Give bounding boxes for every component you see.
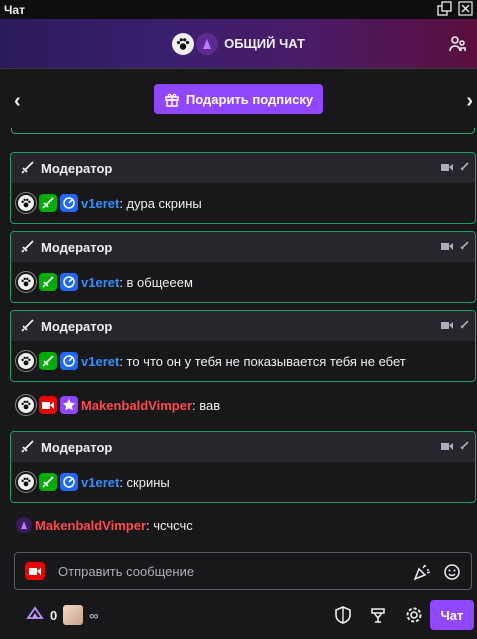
channel-points-icon xyxy=(26,606,44,619)
channel-avatar-icon xyxy=(196,32,219,55)
gift-sub-banner: ‹ Подарить подписку › xyxy=(0,70,477,128)
paw-icon xyxy=(172,32,195,55)
moderator-header: Модератор xyxy=(11,153,475,183)
message-text: : в общееем xyxy=(119,274,193,290)
paw-badge-icon xyxy=(16,272,36,292)
broadcaster-badge-icon xyxy=(39,396,57,414)
moderator-message[interactable]: Модератор v1eret : скрины xyxy=(10,431,476,503)
popout-icon[interactable] xyxy=(437,1,452,16)
verified-badge-icon xyxy=(60,194,78,212)
chat-message[interactable]: MakenbaldVimper : вав xyxy=(16,394,220,416)
gear-icon[interactable] xyxy=(405,606,423,627)
moderator-header: Модератор xyxy=(11,232,475,262)
user-avatar-icon xyxy=(16,517,32,533)
message-text: : чсчсчс xyxy=(146,517,193,533)
moderator-header: Модератор xyxy=(11,311,475,341)
paw-badge-icon xyxy=(16,395,36,415)
moderator-label: Модератор xyxy=(41,318,113,334)
paw-badge-icon xyxy=(16,193,36,213)
paw-badge-icon xyxy=(16,472,36,492)
moderator-badge-icon xyxy=(39,273,57,291)
chat-message-list[interactable]: Модератор v1eret : дура скрины Модератор… xyxy=(0,128,477,548)
moderator-header: Модератор xyxy=(11,432,475,462)
sword-icon xyxy=(21,440,34,453)
verified-badge-icon xyxy=(60,352,78,370)
moderator-label: Модератор xyxy=(41,239,113,255)
chat-title: ОБЩИЙ ЧАТ xyxy=(224,36,305,51)
message-box-partial xyxy=(11,128,475,134)
chat-header: ОБЩИЙ ЧАТ xyxy=(0,19,477,69)
mod-sword-small-icon xyxy=(460,162,469,171)
moderator-message[interactable]: Модератор v1eret : в общееем xyxy=(10,231,476,303)
infinity-symbol: ∞ xyxy=(89,607,99,623)
message-text: : дура скрины xyxy=(119,195,202,211)
username[interactable]: v1eret xyxy=(81,475,119,490)
star-badge-icon xyxy=(60,396,78,414)
username[interactable]: MakenbaldVimper xyxy=(35,518,146,533)
moderator-message[interactable]: Модератор v1eret : то что он у тебя не п… xyxy=(10,310,476,382)
mod-sword-small-icon xyxy=(460,441,469,450)
verified-badge-icon xyxy=(60,273,78,291)
camera-icon xyxy=(441,243,453,250)
paw-badge-icon xyxy=(16,351,36,371)
emoji-icon[interactable] xyxy=(443,563,461,584)
chevron-left-icon[interactable]: ‹ xyxy=(14,90,21,113)
chat-message[interactable]: MakenbaldVimper : чсчсчс xyxy=(16,514,193,536)
user-avatar xyxy=(63,605,84,625)
camera-icon[interactable] xyxy=(25,562,45,580)
sword-icon xyxy=(21,319,34,332)
mod-sword-small-icon xyxy=(460,320,469,329)
channel-points[interactable]: 0 ∞ xyxy=(26,605,99,625)
mod-sword-small-icon xyxy=(460,241,469,250)
message-text: : скрины xyxy=(119,474,170,490)
camera-icon xyxy=(441,443,453,450)
gift-icon xyxy=(165,93,179,107)
gift-button-label: Подарить подписку xyxy=(185,91,314,107)
moderator-message[interactable]: Модератор v1eret : дура скрины xyxy=(10,152,476,224)
sword-icon xyxy=(21,161,34,174)
message-text: : вав xyxy=(192,397,221,413)
window-title: Чат xyxy=(4,2,25,17)
close-icon[interactable] xyxy=(458,1,473,16)
moderator-badge-icon xyxy=(39,473,57,491)
username[interactable]: MakenbaldVimper xyxy=(81,398,192,413)
username[interactable]: v1eret xyxy=(81,275,119,290)
leaderboard-icon[interactable] xyxy=(369,606,387,627)
moderator-badge-icon xyxy=(39,352,57,370)
moderator-label: Модератор xyxy=(41,160,113,176)
camera-icon xyxy=(441,322,453,329)
chat-send-button[interactable]: Чат xyxy=(430,600,474,630)
moderator-label: Модератор xyxy=(41,439,113,455)
party-popper-icon[interactable] xyxy=(413,563,431,584)
shield-icon[interactable] xyxy=(335,606,351,627)
gift-subscription-button[interactable]: Подарить подписку xyxy=(153,84,324,114)
username[interactable]: v1eret xyxy=(81,354,119,369)
chat-input-box[interactable] xyxy=(14,552,472,590)
community-users-icon[interactable] xyxy=(449,35,467,56)
sword-icon xyxy=(21,240,34,253)
chat-footer: 0 ∞ Чат xyxy=(0,596,477,636)
chevron-right-icon[interactable]: › xyxy=(466,90,473,113)
username[interactable]: v1eret xyxy=(81,196,119,211)
message-text: : то что он у тебя не показывается тебя … xyxy=(119,353,406,369)
points-count: 0 xyxy=(50,607,58,623)
camera-icon xyxy=(441,164,453,171)
verified-badge-icon xyxy=(60,473,78,491)
window-titlebar: Чат xyxy=(0,0,477,19)
moderator-badge-icon xyxy=(39,194,57,212)
chat-message-input[interactable] xyxy=(58,563,388,579)
